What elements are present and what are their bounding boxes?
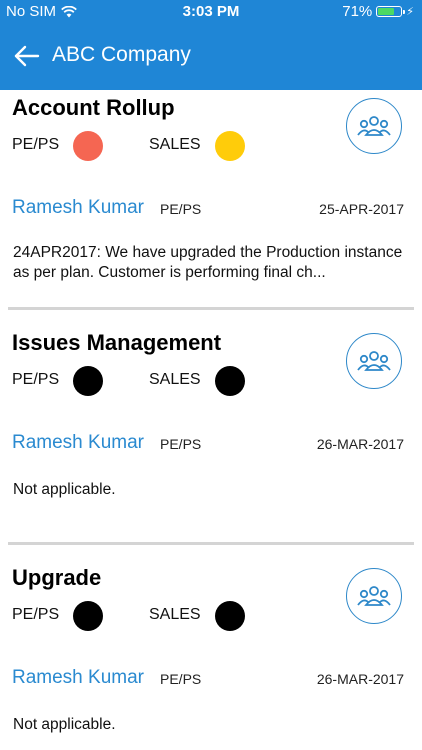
arrow-left-icon[interactable] — [12, 41, 42, 71]
status-row: PE/PS SALES — [12, 129, 412, 163]
owner-link[interactable]: Ramesh Kumar — [12, 197, 144, 219]
status-indicator-peps — [73, 601, 103, 631]
status-indicator-sales — [215, 366, 245, 396]
owner-role: PE/PS — [160, 436, 202, 452]
card-title: Issues Management — [12, 330, 222, 355]
page-title: ABC Company — [52, 43, 191, 66]
status-indicator-peps — [73, 366, 103, 396]
project-card[interactable]: Upgrade PE/PS SALES Ramesh Kumar PE/PS 2… — [0, 547, 422, 750]
owner-role: PE/PS — [160, 201, 202, 217]
project-card[interactable]: Account Rollup PE/PS SALES Ramesh Kumar … — [0, 90, 422, 312]
status-label-sales: SALES — [149, 606, 201, 623]
status-label-sales: SALES — [149, 371, 201, 388]
owner-link[interactable]: Ramesh Kumar — [12, 667, 144, 689]
card-divider — [8, 542, 414, 545]
update-date: 26-MAR-2017 — [316, 671, 404, 687]
status-label-peps: PE/PS — [12, 136, 60, 153]
battery-icon — [376, 6, 406, 17]
status-indicator-peps — [73, 131, 103, 161]
status-note: Not applicable. — [13, 481, 116, 498]
card-divider — [8, 307, 414, 310]
status-row: PE/PS SALES — [12, 599, 412, 633]
update-date: 25-APR-2017 — [319, 201, 404, 217]
status-bar: No SIM 3:03 PM 71% ⚡ — [0, 0, 422, 24]
project-list[interactable]: Account Rollup PE/PS SALES Ramesh Kumar … — [0, 90, 422, 750]
status-row: PE/PS SALES — [12, 364, 412, 398]
status-note: Not applicable. — [13, 716, 116, 733]
update-date: 26-MAR-2017 — [316, 436, 404, 452]
card-title: Upgrade — [12, 565, 102, 590]
project-card[interactable]: Issues Management PE/PS SALES Ramesh Kum… — [0, 312, 422, 547]
card-title: Account Rollup — [12, 95, 175, 120]
status-note: 24APR2017: We have upgraded the Producti… — [13, 244, 403, 281]
navigation-bar: ABC Company — [0, 24, 422, 90]
status-label-sales: SALES — [149, 136, 201, 153]
status-indicator-sales — [215, 601, 245, 631]
owner-role: PE/PS — [160, 671, 202, 687]
charging-icon: ⚡ — [406, 6, 414, 18]
owner-link[interactable]: Ramesh Kumar — [12, 432, 144, 454]
battery-fill — [378, 8, 394, 15]
status-label-peps: PE/PS — [12, 371, 60, 388]
status-label-peps: PE/PS — [12, 606, 60, 623]
status-right: 71% ⚡ — [342, 3, 414, 20]
status-indicator-sales — [215, 131, 245, 161]
battery-percentage: 71% — [342, 3, 373, 20]
